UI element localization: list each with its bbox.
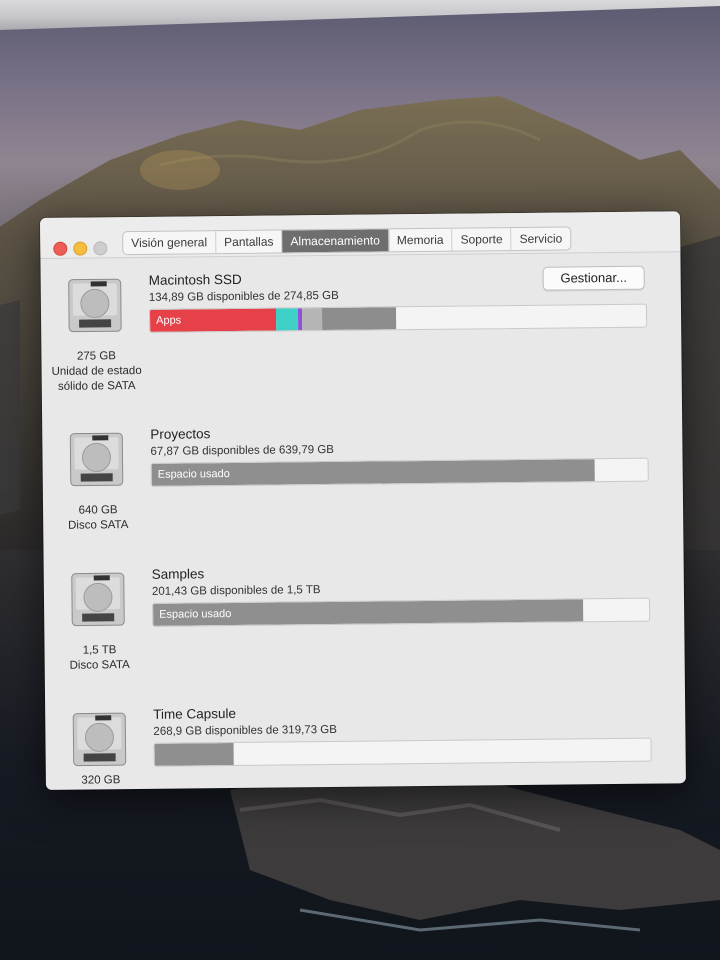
minimize-button[interactable] (73, 241, 88, 256)
volume-name: Samples (151, 566, 205, 582)
zoom-button[interactable] (93, 241, 108, 256)
segment-light-gray (301, 308, 323, 331)
drive-type: Unidad de estado (51, 364, 142, 378)
drive-type: Disco SATA (68, 519, 129, 532)
tab-support[interactable]: Soporte (452, 228, 512, 251)
drive-capacity: 320 GB (81, 774, 121, 787)
segment-used-space (154, 743, 234, 766)
drive-capacity: 275 GB (76, 350, 117, 363)
storage-bar: Apps (148, 303, 648, 333)
volume-available: 268,9 GB disponibles de 319,73 GB (153, 723, 337, 738)
storage-bar: Espacio usado (150, 457, 649, 487)
volume-name: Macintosh SSD (148, 271, 242, 288)
volume-available: 67,87 GB disponibles de 639,79 GB (150, 443, 335, 458)
manage-button[interactable]: Gestionar... (542, 265, 645, 291)
storage-pane: 275 GB Unidad de estado sólido de SATA M… (40, 251, 686, 790)
volume-row: 275 GB Unidad de estado sólido de SATA M… (40, 251, 682, 408)
volume-row: 320 GB Time Capsule 268,9 GB disponibles… (45, 681, 686, 790)
drive-type-line2: sólido de SATA (57, 380, 136, 393)
storage-bar: Espacio usado (152, 597, 651, 627)
hard-drive-icon (72, 712, 127, 767)
drive-capacity: 640 GB (78, 504, 118, 517)
volume-name: Proyectos (150, 426, 211, 442)
drive-capacity: 1,5 TB (82, 644, 117, 657)
monitor-bezel (0, 0, 720, 30)
bar-label: Espacio usado (159, 608, 232, 621)
about-this-mac-window: Visión general Pantallas Almacenamiento … (40, 211, 686, 790)
bar-label: Apps (156, 314, 182, 327)
tab-storage[interactable]: Almacenamiento (282, 229, 389, 253)
tab-memory[interactable]: Memoria (388, 228, 453, 252)
tab-service[interactable]: Servicio (511, 227, 570, 250)
tab-bar: Visión general Pantallas Almacenamiento … (122, 226, 572, 256)
segment-gray (321, 307, 397, 331)
segment-cyan (275, 308, 299, 331)
close-button[interactable] (53, 241, 68, 256)
coastline-rocks (230, 770, 720, 932)
bar-label: Espacio usado (157, 468, 230, 481)
storage-bar (153, 737, 652, 767)
hard-drive-icon (69, 432, 124, 487)
volume-row: 640 GB Disco SATA Proyectos 67,87 GB dis… (42, 401, 683, 548)
tab-overview[interactable]: Visión general (123, 231, 217, 255)
hard-drive-icon (71, 572, 125, 627)
drive-type: Disco SATA (69, 659, 130, 672)
volume-available: 201,43 GB disponibles de 1,5 TB (151, 584, 321, 598)
volume-available: 134,89 GB disponibles de 274,85 GB (148, 289, 339, 304)
tab-displays[interactable]: Pantallas (215, 230, 283, 254)
volume-name: Time Capsule (153, 705, 237, 722)
hard-drive-icon (68, 278, 122, 333)
volume-row: 1,5 TB Disco SATA Samples 201,43 GB disp… (43, 541, 684, 688)
